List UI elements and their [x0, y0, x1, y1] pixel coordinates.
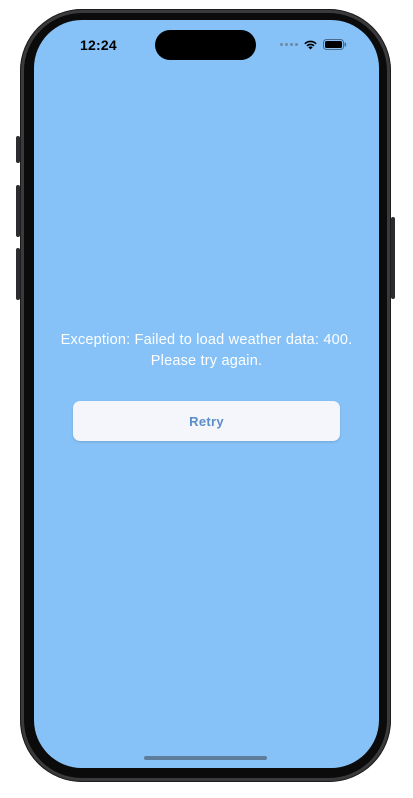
status-icons: [280, 39, 347, 50]
battery-icon: [323, 39, 347, 50]
wifi-icon: [304, 40, 317, 50]
error-message: Exception: Failed to load weather data: …: [60, 332, 353, 369]
status-bar: 12:24: [34, 20, 379, 72]
error-view: Exception: Failed to load weather data: …: [34, 330, 379, 441]
action-button: [16, 136, 20, 163]
volume-down-button: [16, 248, 20, 300]
signal-dots-icon: [280, 43, 298, 46]
power-button: [391, 217, 395, 299]
status-time: 12:24: [80, 37, 117, 53]
home-indicator[interactable]: [144, 756, 267, 760]
dynamic-island: [155, 30, 256, 60]
volume-up-button: [16, 185, 20, 237]
app-screen: 12:24 Exception: Failed to load weather …: [34, 20, 379, 768]
retry-button[interactable]: Retry: [73, 401, 340, 441]
